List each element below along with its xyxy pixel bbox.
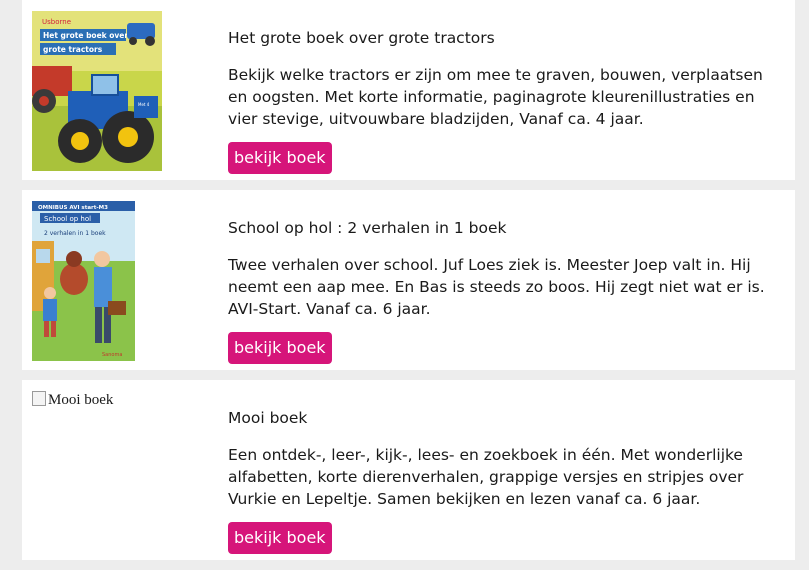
view-book-button[interactable]: bekijk boek xyxy=(228,142,332,174)
broken-image-icon xyxy=(32,391,46,406)
book-cover-school-op-hol[interactable]: OMNIBUS AVI start-M3 School op hol 2 ver… xyxy=(32,201,135,361)
book-cover-tractors[interactable]: Usborne Het grote boek over grote tracto… xyxy=(32,11,162,171)
svg-text:Sanoma: Sanoma xyxy=(102,352,122,358)
book-card: Mooi boek Mooi boek Een ontdek-, leer-, … xyxy=(22,380,795,560)
svg-text:Met 4: Met 4 xyxy=(138,102,150,107)
cover-title-line2: 2 verhalen in 1 boek xyxy=(44,230,106,237)
book-card: Usborne Het grote boek over grote tracto… xyxy=(22,0,795,180)
cover-banner: OMNIBUS AVI start-M3 xyxy=(38,205,108,211)
book-title: Mooi boek xyxy=(228,409,308,427)
book-title: Het grote boek over grote tractors xyxy=(228,29,495,47)
cover-publisher: Usborne xyxy=(42,18,71,26)
book-card: OMNIBUS AVI start-M3 School op hol 2 ver… xyxy=(22,190,795,370)
view-book-button[interactable]: bekijk boek xyxy=(228,332,332,364)
book-description: Een ontdek-, leer-, kijk-, lees- en zoek… xyxy=(228,446,744,508)
cover-title-line1: Het grote boek over xyxy=(43,31,128,40)
book-cover-alt-text: Mooi boek xyxy=(48,392,114,408)
book-description: Bekijk welke tractors er zijn om mee te … xyxy=(228,66,763,128)
view-book-button[interactable]: bekijk boek xyxy=(228,522,332,554)
book-cover-broken-image[interactable]: Mooi boek xyxy=(32,391,113,409)
book-list: Usborne Het grote boek over grote tracto… xyxy=(22,0,795,570)
book-title: School op hol : 2 verhalen in 1 boek xyxy=(228,219,507,237)
book-description: Twee verhalen over school. Juf Loes ziek… xyxy=(228,256,765,318)
cover-title-line1: School op hol xyxy=(44,215,91,223)
cover-title-line2: grote tractors xyxy=(43,45,103,54)
